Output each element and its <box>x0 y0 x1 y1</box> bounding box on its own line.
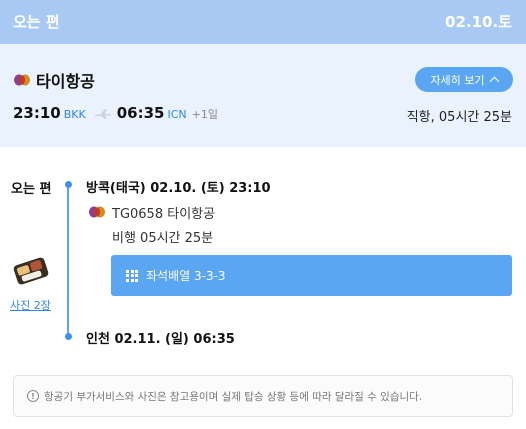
return-flight-header: 오는 편 02.10.토 <box>0 0 526 44</box>
seat-config-label: 좌석배열 3-3-3 <box>146 269 226 283</box>
chevron-up-icon <box>489 76 499 87</box>
flight-detail: 오는 편 방콕(태국) 02.10. (토) 23:10 TG0658 타이항공… <box>0 147 526 429</box>
flight-duration: 비행 05시간 25분 <box>112 231 214 246</box>
timeline-line <box>67 184 69 336</box>
photos-link[interactable]: 사진 2장 <box>10 297 51 313</box>
arrival-info: 인천 02.11. (일) 06:35 <box>86 332 235 347</box>
thai-airways-logo <box>89 206 105 218</box>
header-date: 02.10.토 <box>445 13 512 31</box>
flight-number: TG0658 타이항공 <box>112 207 216 222</box>
flight-duration-summary: 직항, 05시간 25분 <box>406 110 512 125</box>
leg-label: 오는 편 <box>11 182 52 197</box>
airline-name: 타이항공 <box>36 72 95 91</box>
airplane-icon <box>94 109 111 119</box>
view-details-label: 자세히 보기 <box>430 73 485 87</box>
header-title: 오는 편 <box>13 13 60 31</box>
view-details-button[interactable]: 자세히 보기 <box>415 67 513 92</box>
meal-photo-thumbnail[interactable] <box>13 255 49 285</box>
departure-time: 23:10 <box>13 104 61 122</box>
thai-airways-logo <box>14 74 30 86</box>
info-icon: ! <box>27 390 39 402</box>
arrival-dot <box>64 333 72 340</box>
notice-text: 항공기 부가서비스와 사진은 참고용이며 실제 탑승 상황 등에 따라 달라질 … <box>44 390 423 403</box>
arrival-airport-code: ICN <box>167 108 187 121</box>
seat-grid-icon <box>126 269 138 282</box>
route-times: 23:10 BKK 06:35 ICN +1일 <box>13 104 218 124</box>
departure-airport-code: BKK <box>63 108 86 121</box>
departure-info: 방콕(태국) 02.10. (토) 23:10 <box>86 181 271 196</box>
departure-dot <box>64 181 72 188</box>
arrival-time: 06:35 <box>116 104 165 122</box>
day-offset: +1일 <box>191 108 218 121</box>
seat-config-bar[interactable]: 좌석배열 3-3-3 <box>111 255 512 296</box>
notice-box: ! 항공기 부가서비스와 사진은 참고용이며 실제 탑승 상황 등에 따라 달라… <box>13 375 513 417</box>
flight-summary: 타이항공 자세히 보기 23:10 BKK 06:35 ICN +1일 직항, … <box>0 44 526 147</box>
